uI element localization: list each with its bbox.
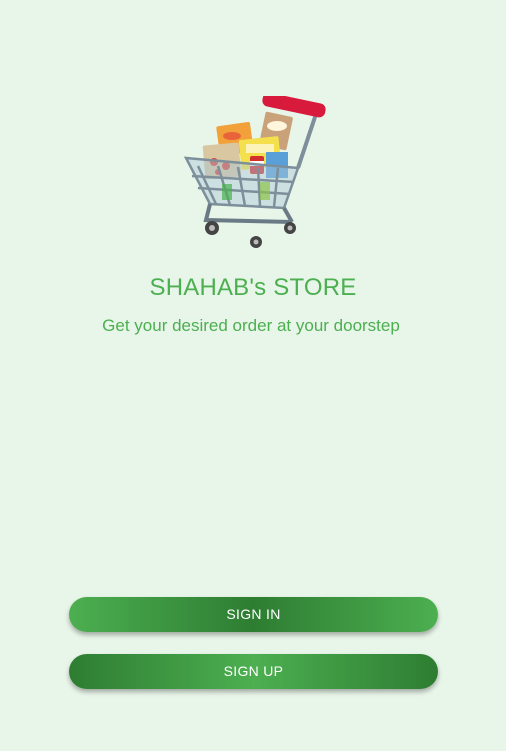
store-tagline: Get your desired order at your doorstep xyxy=(102,316,400,335)
sign-up-button[interactable]: SIGN UP xyxy=(69,654,438,689)
cart-wheels xyxy=(205,221,296,248)
store-title: SHAHAB's STORE xyxy=(149,274,357,301)
sign-in-button[interactable]: SIGN IN xyxy=(69,597,438,632)
cart-basket xyxy=(183,156,300,210)
shopping-cart-icon xyxy=(178,96,330,248)
